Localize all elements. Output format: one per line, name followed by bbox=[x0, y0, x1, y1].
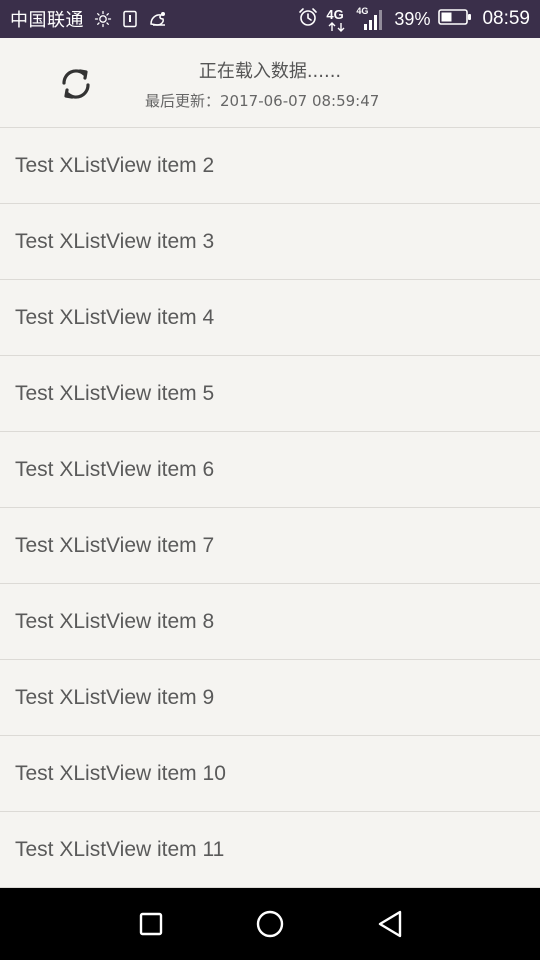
list-item[interactable]: Test XListView item 6 bbox=[0, 432, 540, 508]
clock: 08:59 bbox=[482, 8, 530, 29]
list-item-label: Test XListView item 6 bbox=[15, 457, 215, 481]
status-bar-left: 中国联通 bbox=[10, 6, 168, 32]
home-icon[interactable] bbox=[252, 906, 288, 942]
list-item[interactable]: Test XListView item 9 bbox=[0, 660, 540, 736]
list-item[interactable]: Test XListView item 5 bbox=[0, 356, 540, 432]
alarm-icon bbox=[298, 7, 318, 32]
list-item-label: Test XListView item 2 bbox=[15, 153, 215, 177]
list-item[interactable]: Test XListView item 4 bbox=[0, 280, 540, 356]
list-item[interactable]: Test XListView item 10 bbox=[0, 736, 540, 812]
list-item-label: Test XListView item 8 bbox=[15, 609, 215, 633]
last-updated-label: 最后更新： bbox=[145, 92, 221, 110]
carrier-name: 中国联通 bbox=[10, 10, 84, 30]
list-item[interactable]: Test XListView item 11 bbox=[0, 812, 540, 888]
refresh-status-text: 正在载入数据...... bbox=[198, 61, 342, 82]
battery-icon bbox=[438, 8, 472, 31]
status-bar: 中国联通 4G 4G 39% 08:59 bbox=[0, 0, 540, 38]
list-item-label: Test XListView item 11 bbox=[15, 837, 225, 861]
battery-percent: 39% bbox=[394, 8, 431, 29]
list-item-label: Test XListView item 9 bbox=[15, 685, 215, 709]
sim-icon bbox=[122, 10, 138, 28]
list-item[interactable]: Test XListView item 3 bbox=[0, 204, 540, 280]
brightness-icon bbox=[94, 10, 112, 28]
screen: 中国联通 4G 4G 39% 08:59 正在载入数据...... 最后更新：2… bbox=[0, 0, 540, 960]
notification-icon bbox=[148, 10, 168, 28]
list-item[interactable]: Test XListView item 7 bbox=[0, 508, 540, 584]
list-item-label: Test XListView item 3 bbox=[15, 229, 215, 253]
last-updated: 最后更新：2017-06-07 08:59:47 bbox=[145, 90, 379, 111]
network-type-label: 4G bbox=[326, 7, 344, 22]
list-item-label: Test XListView item 10 bbox=[15, 761, 226, 785]
xlistview[interactable]: Test XListView item 2 Test XListView ite… bbox=[0, 128, 540, 888]
signal-icon: 4G bbox=[356, 6, 386, 32]
back-icon[interactable] bbox=[372, 906, 408, 942]
list-item-label: Test XListView item 5 bbox=[15, 381, 215, 405]
refresh-header: 正在载入数据...... 最后更新：2017-06-07 08:59:47 bbox=[0, 38, 540, 128]
list-item-label: Test XListView item 4 bbox=[15, 305, 215, 329]
list-item[interactable]: Test XListView item 2 bbox=[0, 128, 540, 204]
list-item-label: Test XListView item 7 bbox=[15, 533, 215, 557]
network-4g-icon: 4G bbox=[326, 6, 348, 32]
status-bar-right: 4G 4G 39% 08:59 bbox=[290, 6, 530, 32]
recent-apps-icon[interactable] bbox=[133, 906, 169, 942]
last-updated-value: 2017-06-07 08:59:47 bbox=[220, 92, 380, 110]
navigation-bar bbox=[0, 888, 540, 960]
refresh-status: 正在载入数据...... bbox=[0, 57, 540, 83]
list-item[interactable]: Test XListView item 8 bbox=[0, 584, 540, 660]
